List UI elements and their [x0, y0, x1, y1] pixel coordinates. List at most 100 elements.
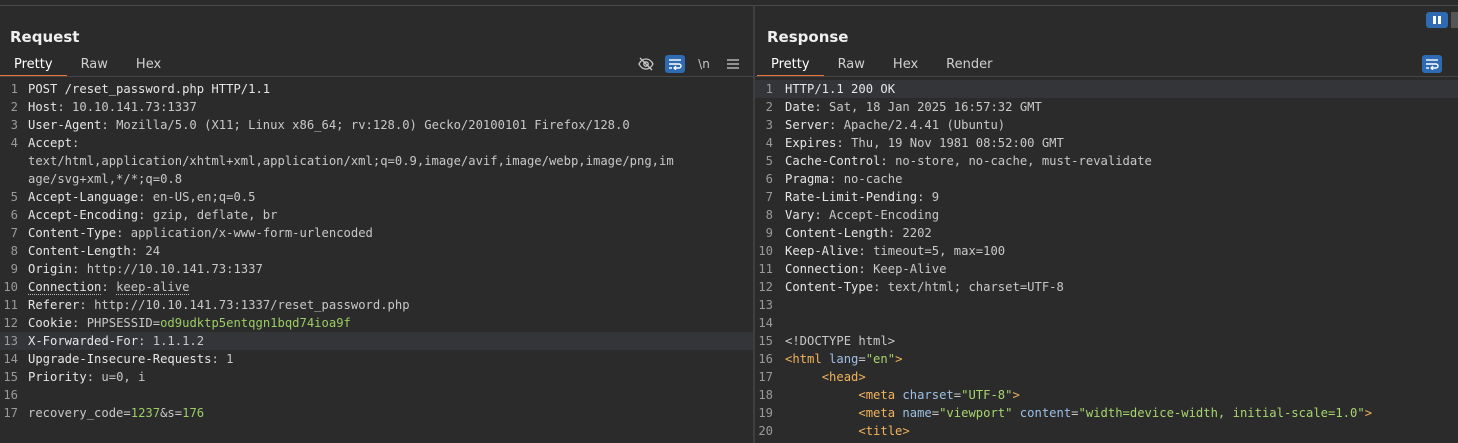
header-value: gzip, deflate, br — [152, 208, 278, 222]
param-value: od9udktp5entqgn1bqd74ioa9f — [160, 316, 351, 330]
header-separator: : — [211, 352, 227, 366]
tab-raw[interactable]: Raw — [824, 54, 879, 77]
request-editor[interactable]: 1 POST /reset_password.php HTTP/1.1 2 Host:… — [0, 80, 753, 422]
html-token: <html — [785, 352, 822, 366]
menu-icon[interactable] — [723, 55, 743, 73]
header-value: text/html,application/xhtml+xml,applicat… — [28, 154, 674, 168]
response-tabs: Pretty Raw Hex Render — [757, 54, 1006, 77]
newline-toggle[interactable]: \n — [694, 55, 714, 73]
header-value: 24 — [145, 244, 161, 258]
header-value: Thu, 19 Nov 1981 08:52:00 GMT — [851, 136, 1064, 150]
code-line: 15 <!DOCTYPE html> — [755, 332, 1458, 350]
line-number: 19 — [758, 406, 773, 420]
line-text: Accept-Encoding: gzip, deflate, br — [28, 206, 278, 224]
line-number: 13 — [3, 334, 18, 348]
code-line: 16 <html lang="en"> — [755, 350, 1458, 368]
code-line: 9 Origin: http://10.10.141.73:1337 — [0, 260, 753, 278]
line-number: 9 — [765, 226, 773, 240]
line-text: Date: Sat, 18 Jan 2025 16:57:32 GMT — [785, 98, 1042, 116]
html-token: = — [858, 352, 866, 366]
code-line: 10 Keep-Alive: timeout=5, max=100 — [755, 242, 1458, 260]
line-number: 2 — [765, 100, 773, 114]
code-line: 6 Pragma: no-cache — [755, 170, 1458, 188]
code-line: 3 User-Agent: Mozilla/5.0 (X11; Linux x86… — [0, 116, 753, 134]
wrap-icon[interactable] — [665, 55, 685, 73]
line-number: 9 — [10, 262, 18, 276]
line-text: <head> — [785, 368, 866, 386]
line-number: 4 — [10, 136, 18, 150]
tab-render[interactable]: Render — [932, 54, 1006, 77]
code-line: 6 Accept-Encoding: gzip, deflate, br — [0, 206, 753, 224]
line-text: Origin: http://10.10.141.73:1337 — [28, 260, 263, 278]
tab-raw[interactable]: Raw — [67, 54, 122, 77]
header-separator: : — [858, 244, 874, 258]
code-line: 14 Upgrade-Insecure-Requests: 1 — [0, 350, 753, 368]
html-token: content — [1012, 406, 1072, 420]
header-value: Keep-Alive — [873, 262, 947, 276]
line-number: 13 — [758, 298, 773, 312]
line-number: 6 — [765, 172, 773, 186]
header-name: Upgrade-Insecure-Requests — [28, 352, 212, 366]
code-line: age/svg+xml,*/*;q=0.8 — [0, 170, 753, 188]
header-name: Content-Type — [785, 280, 874, 294]
response-editor[interactable]: 1 HTTP/1.1 200 OK 2 Date: Sat, 18 Jan 2025 … — [755, 80, 1458, 440]
code-line: 10 Connection: keep-alive — [0, 278, 753, 296]
line-text: Cache-Control: no-store, no-cache, must-… — [785, 152, 1152, 170]
line-number: 1 — [765, 82, 773, 96]
line-number: 15 — [758, 334, 773, 348]
request-pane: Request Pretty Raw Hex \n 1 POST /reset_p… — [0, 6, 753, 443]
html-token: <meta — [858, 388, 896, 402]
header-value: en-US,en;q=0.5 — [152, 190, 256, 204]
line-text: Accept-Language: en-US,en;q=0.5 — [28, 188, 255, 206]
header-separator: : — [873, 280, 888, 294]
code-line: 9 Content-Length: 2202 — [755, 224, 1458, 242]
tab-hex[interactable]: Hex — [879, 54, 932, 77]
header-name: Vary — [785, 208, 815, 222]
line-number: 3 — [765, 118, 773, 132]
header-name: Accept — [28, 136, 73, 150]
header-value: no-store, no-cache, must-revalidate — [895, 154, 1152, 168]
line-text: HTTP/1.1 200 OK — [785, 80, 895, 98]
line-text: Rate-Limit-Pending: 9 — [785, 188, 939, 206]
header-separator: : — [829, 172, 844, 186]
line-text: text/html,application/xhtml+xml,applicat… — [28, 152, 674, 170]
header-name: Server — [785, 118, 830, 132]
line-text: Connection: keep-alive — [28, 278, 190, 296]
header-name: Cache-Control — [785, 154, 881, 168]
line-number: 10 — [3, 280, 18, 294]
header-separator: : — [814, 208, 830, 222]
header-name: Content-Length — [785, 226, 888, 240]
header-separator: : — [836, 136, 852, 150]
html-token: > — [1364, 406, 1373, 420]
html-token: <title> — [858, 424, 910, 438]
request-tabs: Pretty Raw Hex — [0, 54, 175, 77]
line-text: Expires: Thu, 19 Nov 1981 08:52:00 GMT — [785, 134, 1064, 152]
header-separator: : — [138, 208, 153, 222]
layout-toggle-button[interactable] — [1426, 12, 1448, 28]
header-value: Accept-Encoding — [829, 208, 940, 222]
header-name: Pragma — [785, 172, 830, 186]
header-name: Host — [28, 100, 58, 114]
param-value: 1237 — [130, 406, 161, 420]
header-separator: : — [858, 262, 874, 276]
request-title: Request — [10, 28, 80, 46]
header-value: recovery_code= — [28, 406, 131, 420]
code-line: 7 Rate-Limit-Pending: 9 — [755, 188, 1458, 206]
html-token: name — [895, 406, 932, 420]
layout-more-button[interactable] — [1451, 12, 1458, 28]
tab-pretty[interactable]: Pretty — [0, 54, 67, 77]
line-text: <meta charset="UTF-8"> — [785, 386, 1019, 404]
response-toolbar — [1422, 55, 1451, 73]
header-name: Keep-Alive — [785, 244, 859, 258]
code-line: 11 Connection: Keep-Alive — [755, 260, 1458, 278]
header-value: timeout=5, max=100 — [873, 244, 1006, 258]
code-line: 1 HTTP/1.1 200 OK — [755, 80, 1458, 98]
line-text: Content-Length: 24 — [28, 242, 160, 260]
line-text: POST /reset_password.php HTTP/1.1 — [28, 80, 270, 98]
header-value: <!DOCTYPE html> — [785, 334, 896, 348]
wrap-icon[interactable] — [1422, 55, 1442, 73]
eye-off-icon[interactable] — [636, 55, 656, 73]
tab-pretty[interactable]: Pretty — [757, 54, 824, 77]
code-line: 13 — [755, 296, 1458, 314]
tab-hex[interactable]: Hex — [122, 54, 175, 77]
